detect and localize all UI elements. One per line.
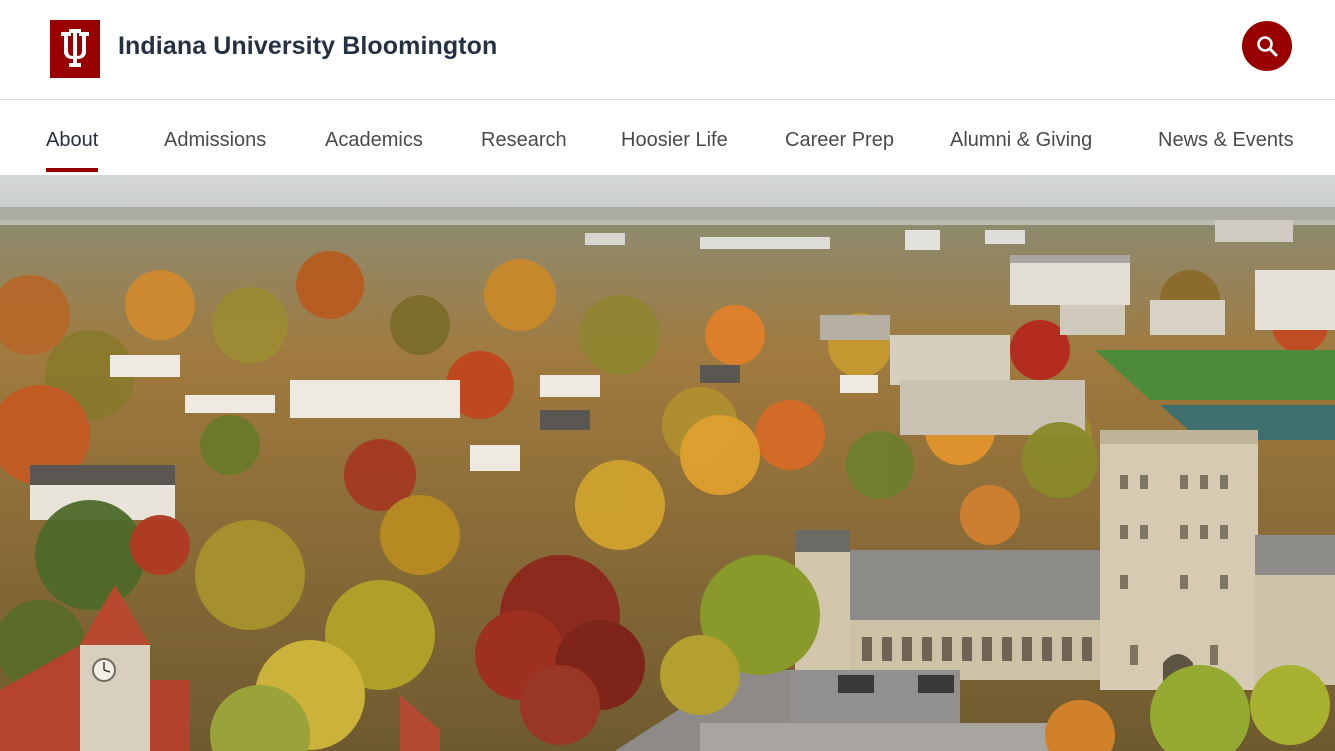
nav-item-research[interactable]: Research [481, 129, 567, 152]
iu-trident-icon [61, 29, 89, 67]
nav-label: Hoosier Life [621, 129, 728, 151]
nav-item-about[interactable]: About [46, 129, 99, 172]
iu-logo[interactable] [50, 20, 100, 78]
site-header: Indiana University Bloomington [0, 0, 1335, 100]
search-button[interactable] [1242, 21, 1292, 71]
nav-label: Research [481, 129, 567, 151]
nav-label: Career Prep [785, 129, 894, 151]
nav-item-alumni-giving[interactable]: Alumni & Giving [950, 129, 1092, 152]
active-indicator [46, 168, 99, 172]
nav-item-admissions[interactable]: Admissions [164, 129, 266, 152]
nav-label: Admissions [164, 129, 267, 151]
nav-item-news-events[interactable]: News & Events [1158, 129, 1294, 152]
main-nav: About Admissions Academics Research Hoos… [0, 100, 1335, 175]
nav-label: Academics [325, 129, 423, 151]
nav-label: About [46, 129, 99, 151]
hero-image [0, 175, 1335, 751]
nav-item-hoosier-life[interactable]: Hoosier Life [621, 129, 728, 152]
nav-label: Alumni & Giving [950, 129, 1093, 151]
site-title[interactable]: Indiana University Bloomington [118, 32, 497, 61]
search-icon [1257, 36, 1278, 57]
aerial-campus-photo [0, 175, 1335, 751]
nav-item-academics[interactable]: Academics [325, 129, 423, 152]
nav-label: News & Events [1158, 129, 1294, 151]
nav-item-career-prep[interactable]: Career Prep [785, 129, 894, 152]
